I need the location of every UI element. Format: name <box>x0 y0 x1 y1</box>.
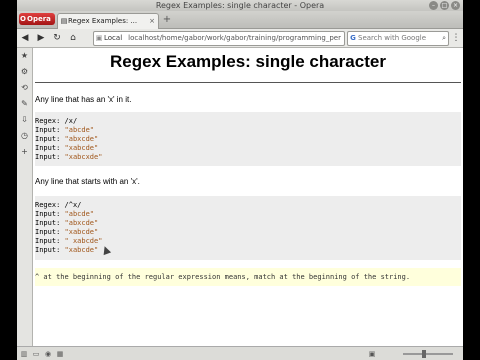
search-field[interactable]: G Search with Google ⌕ <box>347 31 449 46</box>
search-placeholder: Search with Google <box>358 34 427 42</box>
page-title: Regex Examples: single character <box>110 52 386 71</box>
code-line: Input: "xabcde" <box>35 144 99 152</box>
home-icon[interactable]: ⌂ <box>67 32 79 44</box>
page-content: Regex Examples: single character Any lin… <box>33 48 463 346</box>
opera-menu-label: Opera <box>27 15 51 23</box>
code-line: Input: "xabcxde" <box>35 153 103 161</box>
transfers-icon[interactable]: ⇩ <box>19 114 30 125</box>
history-icon[interactable]: ◷ <box>19 130 30 141</box>
close-tab-icon[interactable]: × <box>149 14 155 28</box>
add-panel-icon[interactable]: + <box>19 146 30 157</box>
code-line: Input: "abxcde" <box>35 219 99 227</box>
forward-icon[interactable]: ▶ <box>35 32 47 44</box>
section-1-description: Any line that has an 'x' in it. <box>35 95 132 104</box>
view-icon[interactable]: ▭ <box>31 349 41 359</box>
status-bar: ▥ ▭ ◉ ▦ ▣ <box>17 346 463 360</box>
browser-window: Regex Examples: single character - Opera… <box>17 0 463 360</box>
window-title: Regex Examples: single character - Opera <box>155 1 325 10</box>
code-line: Input: "abcde" <box>35 210 95 218</box>
turbo-icon[interactable]: ◉ <box>43 349 53 359</box>
address-location-label: Local <box>104 34 123 42</box>
section-1-code-block: Regex: /x/ Input: "abcde" Input: "abxcde… <box>35 112 461 166</box>
note-box: ^ at the beginning of the regular expres… <box>35 268 461 286</box>
section-2-description: Any line that starts with an 'x'. <box>35 177 140 186</box>
images-icon[interactable]: ▦ <box>55 349 65 359</box>
google-icon[interactable]: G <box>348 32 358 45</box>
new-tab-icon[interactable]: + <box>160 14 174 26</box>
code-line: Input: "xabcde" <box>35 246 99 254</box>
tab-regex-examples[interactable]: ▤Regex Examples: ... × <box>57 13 159 29</box>
back-icon[interactable]: ◀ <box>19 32 31 44</box>
reload-icon[interactable]: ↻ <box>51 32 63 44</box>
tab-bar: OOpera ▤Regex Examples: ... × + <box>17 11 463 29</box>
code-line: Input: " xabcde" <box>35 237 103 245</box>
title-divider <box>35 82 461 83</box>
unite-icon[interactable]: ⟲ <box>19 82 30 93</box>
search-icon[interactable]: ⌕ <box>442 32 446 45</box>
code-line: Input: "abxcde" <box>35 135 99 143</box>
zoom-slider-handle[interactable] <box>422 350 426 358</box>
tab-title: Regex Examples: ... <box>68 17 138 25</box>
navigation-toolbar: ◀ ▶ ↻ ⌂ ▣ Local localhost/home/gabor/work/… <box>17 29 463 48</box>
maximize-icon[interactable]: □ <box>440 1 449 10</box>
panel-toggle-icon[interactable]: ▥ <box>19 349 29 359</box>
close-icon[interactable]: × <box>451 1 460 10</box>
page-icon: ▤ <box>60 17 68 25</box>
code-line: Input: "xabcde" <box>35 228 99 236</box>
code-line: Input: "abcde" <box>35 126 95 134</box>
page-view-icon[interactable]: ▣ <box>367 349 377 359</box>
bookmarks-icon[interactable]: ★ <box>19 50 30 61</box>
toolbar-menu-icon[interactable]: ⋮ <box>451 32 461 44</box>
opera-logo-icon: O <box>20 15 26 23</box>
code-line: Regex: /x/ <box>35 117 78 125</box>
widgets-icon[interactable]: ⚙ <box>19 66 30 77</box>
notes-icon[interactable]: ✎ <box>19 98 30 109</box>
address-bar[interactable]: ▣ Local localhost/home/gabor/work/gabor/tr… <box>93 31 345 46</box>
opera-menu-button[interactable]: OOpera <box>19 13 55 25</box>
section-2-code-block: Regex: /^x/ Input: "abcde" Input: "abxcd… <box>35 196 461 260</box>
address-url[interactable]: localhost/home/gabor/work/gabor/training… <box>128 34 341 42</box>
minimize-icon[interactable]: – <box>429 1 438 10</box>
zoom-slider[interactable] <box>403 353 453 355</box>
panel-sidebar: ★ ⚙ ⟲ ✎ ⇩ ◷ + <box>17 48 33 346</box>
site-info-icon[interactable]: ▣ <box>94 32 104 45</box>
code-line: Regex: /^x/ <box>35 201 82 209</box>
